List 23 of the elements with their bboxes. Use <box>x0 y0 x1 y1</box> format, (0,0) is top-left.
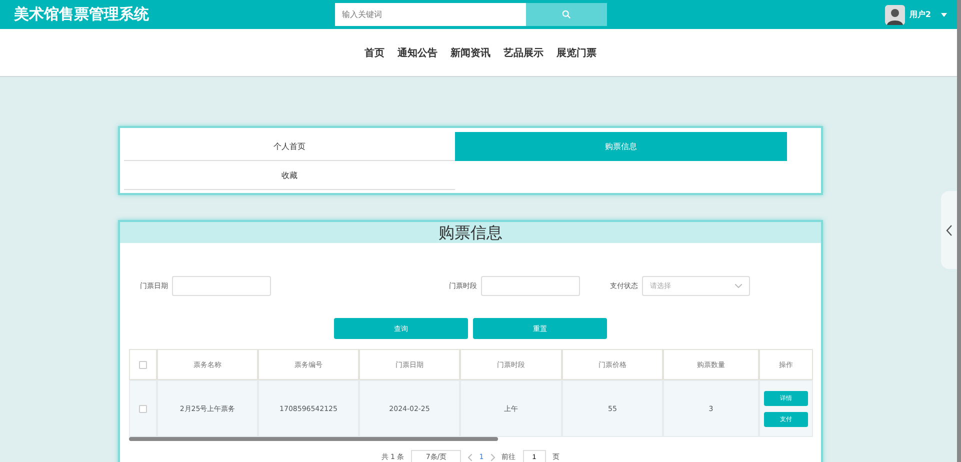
prev-icon[interactable] <box>468 454 472 460</box>
checkbox[interactable] <box>139 360 147 368</box>
chevron-down-icon <box>735 284 742 288</box>
caret-icon[interactable] <box>941 12 947 16</box>
scrollbar[interactable] <box>129 437 498 441</box>
chevron-left-icon <box>946 224 952 236</box>
avatar-icon[interactable] <box>885 4 906 24</box>
side-handle[interactable] <box>941 191 957 269</box>
scrollbar[interactable] <box>957 0 961 462</box>
nav-link[interactable]: 新闻资讯 <box>450 46 490 60</box>
input-field[interactable] <box>172 276 271 296</box>
nav-link[interactable]: 首页 <box>364 46 384 60</box>
nav-link[interactable]: 通知公告 <box>398 46 438 60</box>
search-icon <box>562 10 571 19</box>
search-button[interactable] <box>526 3 607 26</box>
site-title: 美术馆售票管理系统 <box>14 5 150 24</box>
search-field[interactable]: 输入关键词 <box>335 3 526 26</box>
next-icon[interactable] <box>490 454 495 460</box>
input-field[interactable] <box>481 276 580 296</box>
nav-link[interactable]: 展览门票 <box>556 46 596 60</box>
panel-title: 购票信息 <box>120 222 821 243</box>
checkbox[interactable] <box>139 404 147 412</box>
nav-link[interactable]: 艺品展示 <box>504 46 544 60</box>
